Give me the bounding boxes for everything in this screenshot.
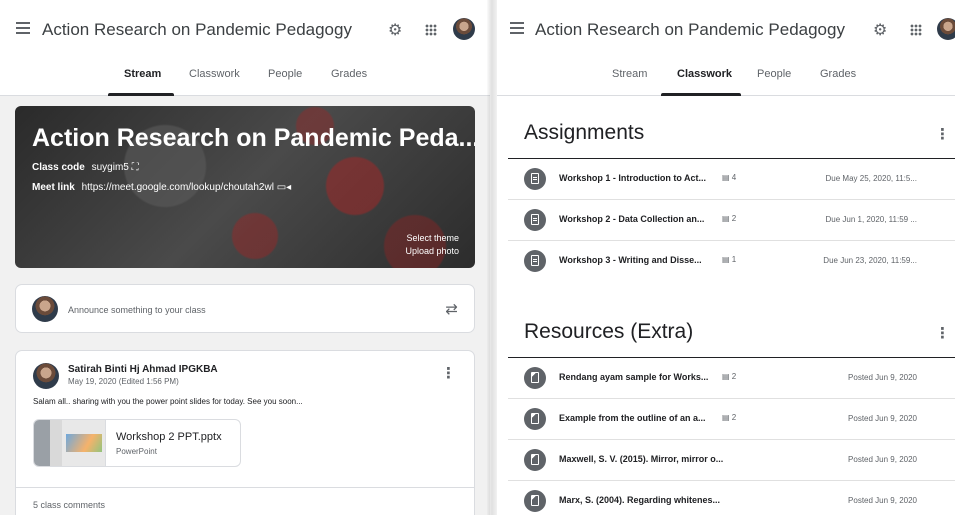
class-comments[interactable]: 5 class comments <box>16 487 474 515</box>
fullscreen-icon[interactable]: ⛶ <box>132 162 139 173</box>
screenshot-composite: Action Research on Pandemic Pedagogy ⚙ S… <box>0 0 955 515</box>
more-options-icon[interactable]: ⋮ <box>441 366 456 381</box>
assignment-row[interactable]: Workshop 2 - Data Collection an... 2 Due… <box>508 200 955 241</box>
due-date: Due May 25, 2020, 11:5... <box>825 174 917 183</box>
attachment-name: Workshop 2 PPT.pptx <box>116 431 222 443</box>
announce-box[interactable]: Announce something to your class ⇄ <box>15 284 475 333</box>
assignment-title: Workshop 3 - Writing and Disse... <box>559 255 702 265</box>
avatar <box>32 296 58 322</box>
upload-photo-link[interactable]: Upload photo <box>405 246 459 256</box>
tab-grades[interactable]: Grades <box>331 68 367 80</box>
top-bar: Action Research on Pandemic Pedagogy ⚙ <box>0 0 490 58</box>
comment-count: 4 <box>722 173 736 182</box>
resource-row[interactable]: Maxwell, S. V. (2015). Mirror, mirror o.… <box>508 440 955 481</box>
attachment-card[interactable]: Workshop 2 PPT.pptx PowerPoint <box>33 419 241 467</box>
comment-count: 2 <box>722 372 736 381</box>
resource-row[interactable]: Marx, S. (2004). Regarding whitenes... P… <box>508 481 955 515</box>
classwork-panel: Action Research on Pandemic Pedagogy ⚙ S… <box>497 0 955 515</box>
material-icon <box>524 490 546 512</box>
assignment-title: Workshop 1 - Introduction to Act... <box>559 173 706 183</box>
course-title[interactable]: Action Research on Pandemic Pedagogy <box>535 20 845 40</box>
post-body: Salam all.. sharing with you the power p… <box>33 397 303 406</box>
tab-stream[interactable]: Stream <box>612 68 647 80</box>
video-camera-icon[interactable]: ▭◂ <box>277 182 291 193</box>
more-options-icon[interactable]: ⋮ <box>935 127 950 142</box>
class-banner: Action Research on Pandemic Peda... Clas… <box>15 106 475 268</box>
assignment-icon <box>524 168 546 190</box>
resource-title: Rendang ayam sample for Works... <box>559 372 709 382</box>
tab-bar: Stream Classwork People Grades <box>497 58 955 96</box>
class-comments-label: 5 class comments <box>33 500 106 510</box>
menu-icon[interactable] <box>510 22 524 34</box>
attachment-thumbnail <box>34 420 106 466</box>
assignment-title: Workshop 2 - Data Collection an... <box>559 214 705 224</box>
tab-bar: Stream Classwork People Grades <box>0 58 490 96</box>
active-tab-indicator <box>108 93 174 96</box>
tab-people[interactable]: People <box>757 68 791 80</box>
apps-grid-icon[interactable] <box>425 24 437 36</box>
announce-placeholder[interactable]: Announce something to your class <box>68 305 206 315</box>
resources-heading: Resources (Extra) <box>524 320 694 343</box>
assignment-icon <box>524 250 546 272</box>
class-code-label: Class code <box>32 162 85 173</box>
posted-date: Posted Jun 9, 2020 <box>848 414 917 423</box>
tab-grades[interactable]: Grades <box>820 68 856 80</box>
posted-date: Posted Jun 9, 2020 <box>848 455 917 464</box>
material-icon <box>524 449 546 471</box>
material-icon <box>524 367 546 389</box>
avatar[interactable] <box>453 18 475 40</box>
course-title[interactable]: Action Research on Pandemic Pedagogy <box>42 20 352 40</box>
meet-link[interactable]: https://meet.google.com/lookup/choutah2w… <box>82 182 274 193</box>
tab-classwork[interactable]: Classwork <box>189 68 240 80</box>
tab-stream[interactable]: Stream <box>124 68 161 80</box>
gear-icon[interactable]: ⚙ <box>873 20 887 40</box>
apps-grid-icon[interactable] <box>910 24 922 36</box>
select-theme-link[interactable]: Select theme <box>406 233 459 243</box>
avatar <box>33 363 59 389</box>
meet-link-line: Meet link https://meet.google.com/lookup… <box>32 182 291 193</box>
comment-count: 2 <box>722 214 736 223</box>
post-author: Satirah Binti Hj Ahmad IPGKBA <box>68 364 218 375</box>
posted-date: Posted Jun 9, 2020 <box>848 373 917 382</box>
attachment-type: PowerPoint <box>116 447 157 456</box>
stream-panel: Action Research on Pandemic Pedagogy ⚙ S… <box>0 0 490 515</box>
resource-title: Example from the outline of an a... <box>559 413 706 423</box>
due-date: Due Jun 23, 2020, 11:59... <box>823 256 917 265</box>
assignment-row[interactable]: Workshop 3 - Writing and Disse... 1 Due … <box>508 241 955 282</box>
menu-icon[interactable] <box>16 22 30 34</box>
meet-link-label: Meet link <box>32 182 75 193</box>
assignments-heading: Assignments <box>524 121 645 144</box>
tab-classwork[interactable]: Classwork <box>677 68 732 80</box>
more-options-icon[interactable]: ⋮ <box>935 326 950 341</box>
due-date: Due Jun 1, 2020, 11:59 ... <box>825 215 917 224</box>
resource-title: Maxwell, S. V. (2015). Mirror, mirror o.… <box>559 454 724 464</box>
resource-row[interactable]: Example from the outline of an a... 2 Po… <box>508 399 955 440</box>
tab-people[interactable]: People <box>268 68 302 80</box>
resource-row[interactable]: Rendang ayam sample for Works... 2 Poste… <box>508 358 955 399</box>
resource-title: Marx, S. (2004). Regarding whitenes... <box>559 495 721 505</box>
active-tab-indicator <box>661 93 741 96</box>
class-code-value[interactable]: suygim5 <box>92 162 129 173</box>
repost-icon[interactable]: ⇄ <box>445 300 458 318</box>
post-date: May 19, 2020 (Edited 1:56 PM) <box>68 377 179 386</box>
assignment-row[interactable]: Workshop 1 - Introduction to Act... 4 Du… <box>508 159 955 200</box>
material-icon <box>524 408 546 430</box>
gear-icon[interactable]: ⚙ <box>388 20 402 40</box>
comment-count: 1 <box>722 255 736 264</box>
stream-post: Satirah Binti Hj Ahmad IPGKBA May 19, 20… <box>15 350 475 515</box>
posted-date: Posted Jun 9, 2020 <box>848 496 917 505</box>
comment-count: 2 <box>722 413 736 422</box>
class-code-line: Class code suygim5 ⛶ <box>32 162 139 173</box>
assignment-icon <box>524 209 546 231</box>
top-bar: Action Research on Pandemic Pedagogy ⚙ <box>497 0 955 58</box>
banner-title: Action Research on Pandemic Peda... <box>32 124 475 152</box>
avatar[interactable] <box>937 18 955 40</box>
